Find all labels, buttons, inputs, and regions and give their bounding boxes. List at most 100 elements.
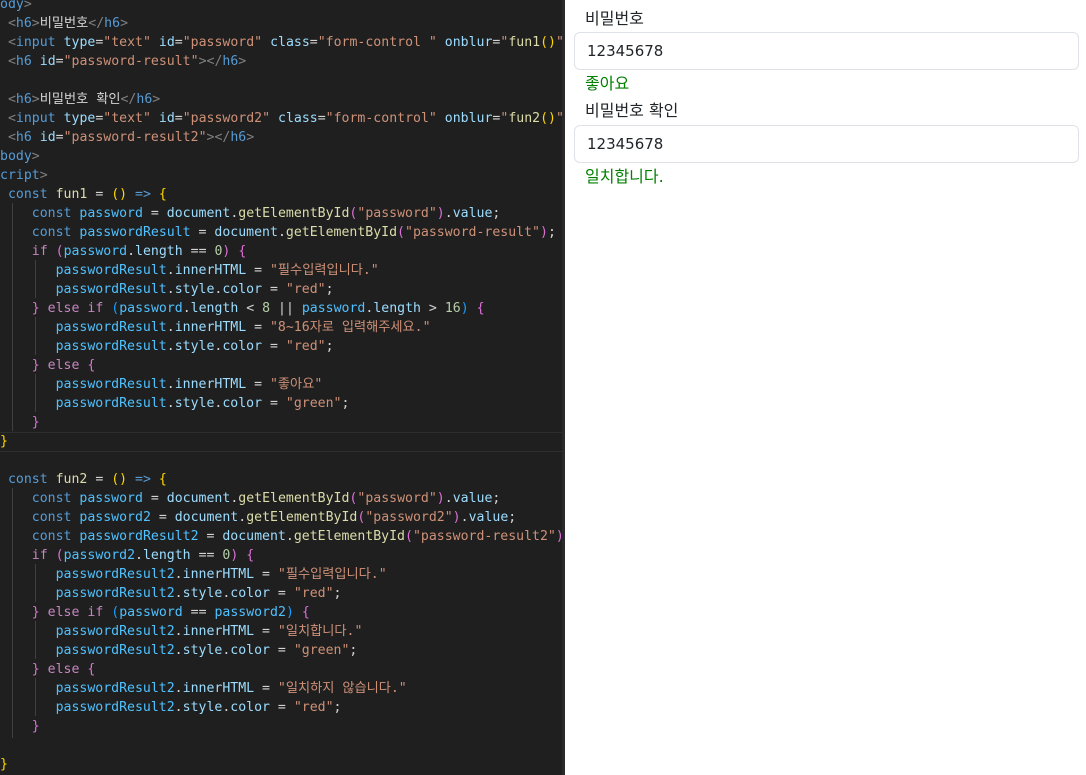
code-token: color [222,282,263,297]
code-token: ( [55,244,64,259]
password-confirm-input[interactable] [574,125,1079,163]
code-line: } else if (password == password2) { [0,603,310,622]
code-token: style [182,586,223,601]
code-token: password [119,301,183,316]
code-token: { [87,358,96,373]
code-line: } [0,413,40,432]
code-token: = [317,111,326,126]
code-line: if (password.length == 0) { [0,242,247,261]
code-token: color [230,586,270,601]
code-token: id [39,130,56,145]
indent-guide [35,678,36,716]
code-token: = [87,187,112,202]
code-token: input [15,111,56,126]
code-line: if (password2.length == 0) { [0,546,254,565]
code-token: ; [333,700,342,715]
code-token: passwordResult2 [55,681,175,696]
code-token: "일치합니다." [277,624,363,639]
code-token: getElementById [238,491,350,506]
password-input[interactable] [574,32,1079,70]
code-token: = [269,700,294,715]
code-token: } [31,415,40,430]
code-token: . [166,320,175,335]
code-token: = [254,567,278,582]
code-token: ) [436,491,445,506]
code-token: color [230,643,270,658]
code-token: ) [539,225,548,240]
code-token: = [142,206,167,221]
code-token: ; [492,491,501,506]
code-token: h6 [104,16,121,31]
code-token: = [262,339,286,354]
code-editor[interactable]: ody> <h6>비밀번호</h6> <input type="text" id… [0,0,562,775]
code-token: . [174,567,183,582]
code-line: } [0,432,8,451]
code-token: = [198,529,223,544]
code-token: > [31,16,40,31]
code-token: if [31,244,48,259]
code-token: length [373,301,421,316]
code-token: passwordResult [55,396,167,411]
code-token: ( [111,605,120,620]
code-token: ) [452,510,461,525]
code-token: const [7,187,48,202]
code-token: == [182,605,215,620]
code-line: passwordResult2.innerHTML = "일치합니다." [0,622,363,641]
code-token: type [63,111,96,126]
code-token: "일치하지 않습니다." [277,681,407,696]
indent-guide [35,374,36,412]
code-token: getElementById [238,206,350,221]
code-token: passwordResult2 [55,643,175,658]
code-token: } [31,662,40,677]
code-token: passwordResult2 [55,700,175,715]
code-token: { [238,244,247,259]
code-token: getElementById [246,510,358,525]
code-token: onblur [444,111,493,126]
indent-guide [35,621,36,659]
code-token: ) [460,301,469,316]
code-token: ( [404,529,413,544]
code-token: "password-result2" [412,529,556,544]
code-token: } [0,434,8,449]
code-line: body> [0,147,40,166]
code-token: ; [325,282,334,297]
code-token: () [111,472,128,487]
code-token: } [31,358,40,373]
indent-guide [35,260,36,298]
code-line: } else { [0,660,96,679]
code-token: . [238,510,247,525]
code-token: h6 [136,92,153,107]
code-token: </ [120,92,137,107]
code-token: = [174,35,183,50]
code-line: <h6 id="password-result2"></h6> [0,128,254,147]
code-token: = [262,282,286,297]
indent-guide [12,488,13,738]
code-token: password2 [79,510,151,525]
password-result: 좋아요 [585,74,630,93]
code-token: > [246,130,255,145]
code-line: } [0,717,40,736]
code-token: type [63,35,96,50]
code-line: const passwordResult = document.getEleme… [0,223,556,242]
code-token: 비밀번호 [39,16,89,31]
code-token: id [158,111,175,126]
code-token: 8 [262,301,271,316]
code-line: } else { [0,356,96,375]
code-token: = [246,377,270,392]
